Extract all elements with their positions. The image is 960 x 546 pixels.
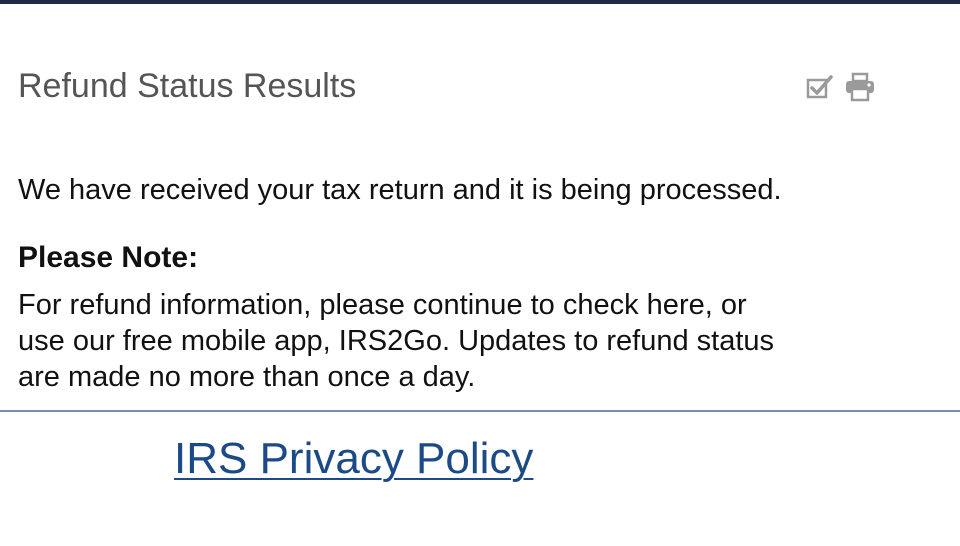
checkbox-icon[interactable] (804, 72, 836, 102)
divider (0, 410, 960, 412)
page-title: Refund Status Results (18, 67, 357, 105)
results-header: Refund Status Results (18, 64, 898, 108)
header-actions (804, 72, 876, 102)
note-body: For refund information, please continue … (18, 287, 898, 395)
print-icon[interactable] (844, 72, 876, 102)
top-bar (0, 0, 960, 4)
privacy-policy-link[interactable]: IRS Privacy Policy (174, 432, 533, 486)
note-heading: Please Note: (18, 241, 199, 274)
note-line: For refund information, please continue … (18, 289, 747, 321)
note-line: use our free mobile app, IRS2Go. Updates… (18, 325, 775, 357)
status-message: We have received your tax return and it … (18, 174, 782, 206)
note-line: are made no more than once a day. (18, 361, 476, 393)
